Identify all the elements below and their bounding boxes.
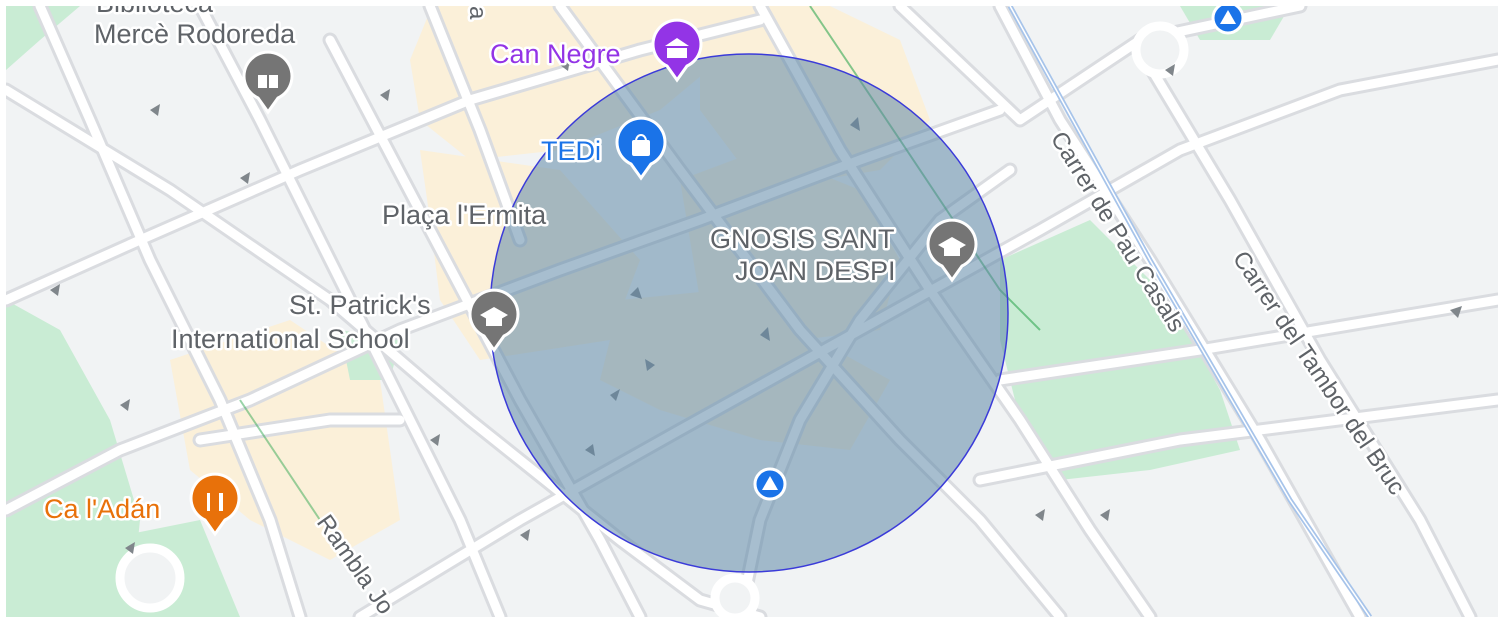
poi-label-tedi[interactable]: TEDi: [539, 134, 604, 169]
poi-label-ca-ladan[interactable]: Ca l'Adán: [42, 492, 163, 527]
poi-label-st-patricks-line2[interactable]: International School: [169, 322, 413, 357]
poi-label-merce-rodoreda[interactable]: Mercè Rodoreda: [92, 17, 299, 52]
poi-label-can-negre[interactable]: Can Negre: [488, 37, 624, 72]
poi-label-st-patricks-line1[interactable]: St. Patrick's: [287, 288, 434, 323]
poi-label-gnosis-line1[interactable]: GNOSIS SANT: [708, 222, 898, 257]
poi-label-biblioteca[interactable]: Biblioteca: [94, 6, 217, 21]
tram-icon[interactable]: [1211, 6, 1245, 35]
search-radius-circle[interactable]: [489, 53, 1009, 573]
tram-icon[interactable]: [753, 467, 787, 501]
poi-label-placa-lermita[interactable]: Plaça l'Ermita: [380, 198, 550, 233]
poi-label-gnosis-line2[interactable]: JOAN DESPI: [733, 254, 899, 289]
street-label-partial: a: [464, 6, 491, 20]
map-canvas[interactable]: Biblioteca Mercè Rodoreda Can Negre TEDi…: [6, 6, 1498, 617]
